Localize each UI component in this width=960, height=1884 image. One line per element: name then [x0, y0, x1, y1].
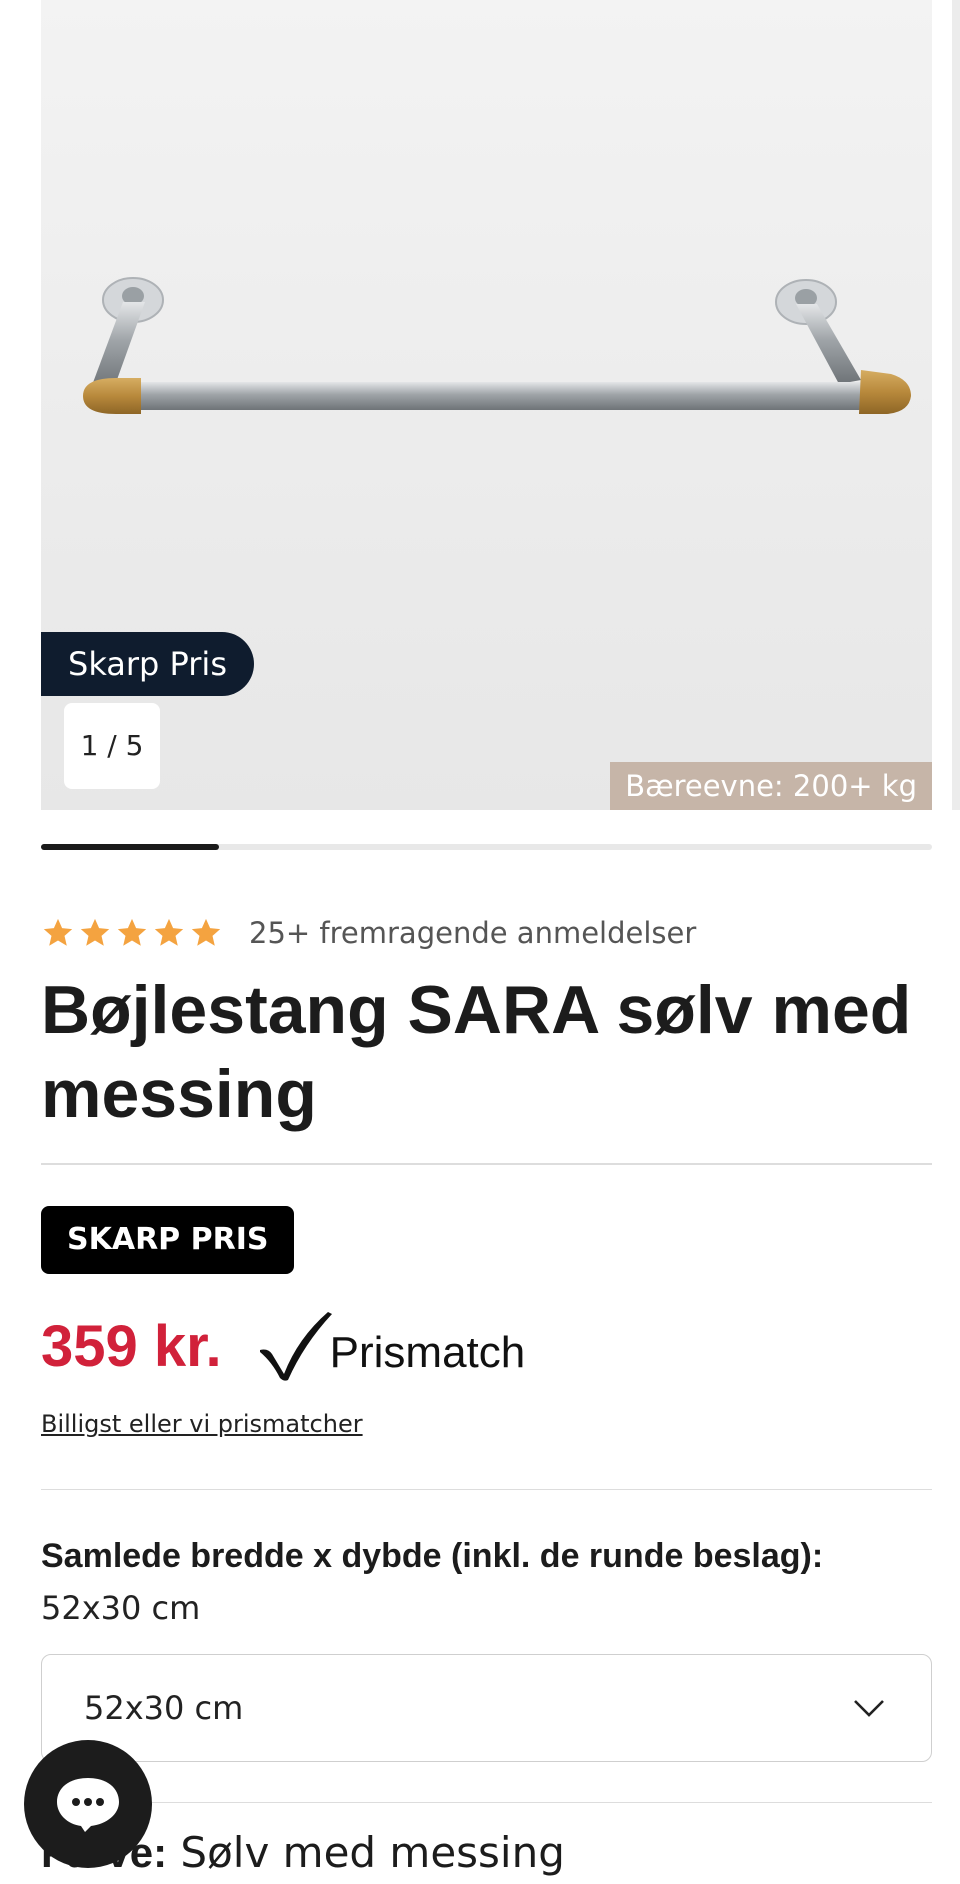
divider: [41, 1489, 932, 1490]
price-row: 359 kr. Prismatch: [41, 1310, 525, 1382]
next-image-peek[interactable]: [952, 0, 960, 810]
star-icon: [191, 918, 221, 946]
image-counter: 1 / 5: [64, 703, 160, 789]
star-icon: [154, 918, 184, 946]
skarp-pris-overlay-badge: Skarp Pris: [41, 632, 254, 696]
rating-stars: [41, 916, 223, 950]
product-image-gallery[interactable]: Skarp Pris 1 / 5 Bæreevne: 200+ kg: [41, 0, 932, 810]
prismatch-text: Prismatch: [329, 1328, 526, 1377]
divider: [41, 1802, 932, 1803]
price-match-link[interactable]: Billigst eller vi prismatcher: [41, 1410, 363, 1438]
load-capacity-badge: Bæreevne: 200+ kg: [610, 762, 932, 810]
sale-badge: SKARP PRIS: [41, 1206, 295, 1274]
product-price: 359 kr.: [41, 1313, 222, 1379]
size-option-label: Samlede bredde x dybde (inkl. de runde b…: [41, 1537, 824, 1575]
review-count-text: 25+ fremragende anmeldelser: [249, 916, 697, 950]
size-option-current-value: 52x30 cm: [41, 1589, 201, 1627]
gallery-progress-fill: [41, 844, 220, 850]
prismatch-logo: Prismatch: [258, 1310, 526, 1382]
gallery-progress-bar: [41, 844, 932, 850]
checkmark-icon: [259, 1312, 332, 1381]
star-icon: [43, 918, 73, 946]
product-title: Bøjlestang SARA sølv med messing: [41, 972, 912, 1132]
rating-row[interactable]: 25+ fremragende anmeldelser: [41, 916, 696, 950]
star-icon: [117, 918, 147, 946]
star-icon: [80, 918, 110, 946]
divider: [41, 1163, 932, 1165]
chat-dots-icon: [57, 1778, 119, 1832]
color-option-value: Sølv med messing: [180, 1828, 565, 1877]
chat-button[interactable]: [24, 1740, 152, 1868]
chevron-down-icon: [854, 1700, 884, 1717]
size-select[interactable]: 52x30 cm: [41, 1654, 932, 1762]
